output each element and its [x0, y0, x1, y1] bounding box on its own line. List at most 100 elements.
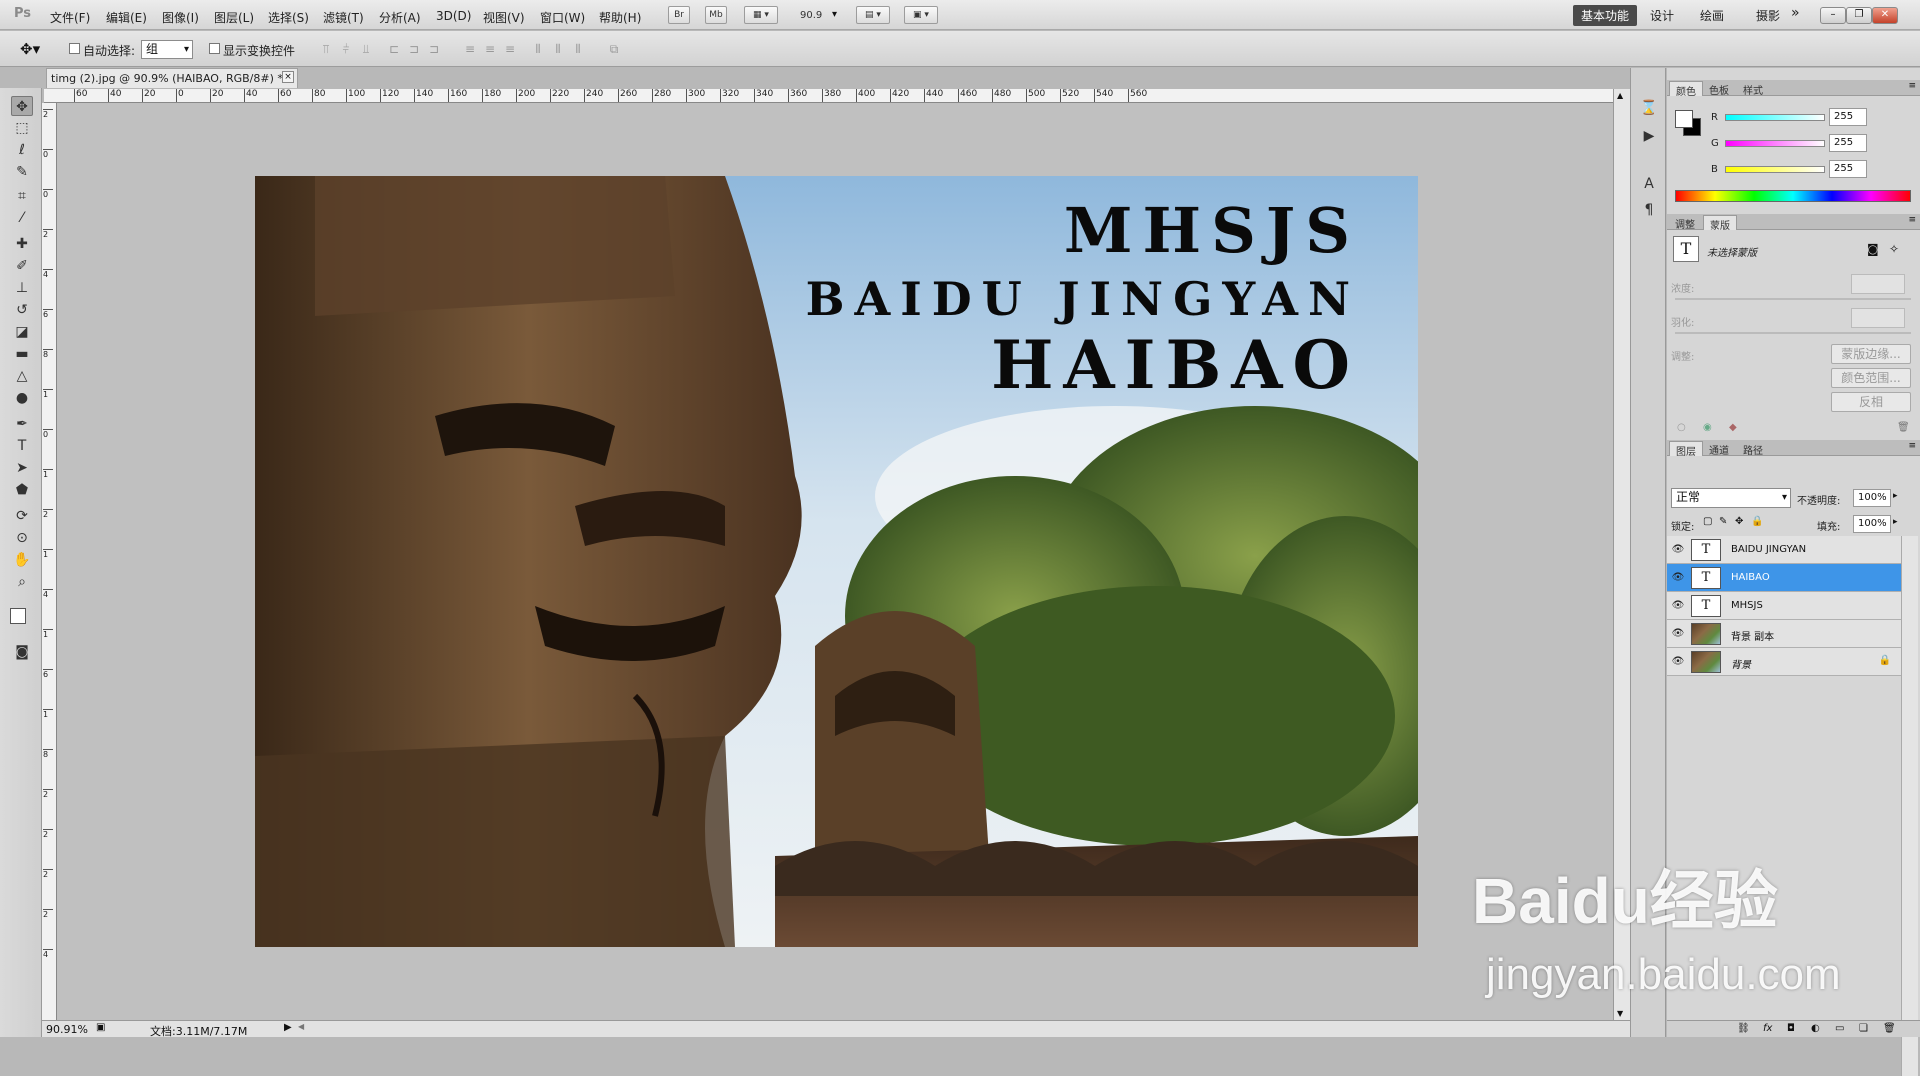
fill-arrow-icon[interactable]: ▸ — [1893, 517, 1898, 527]
mask-panel-menu-icon[interactable]: ≡ — [1908, 215, 1916, 225]
move-tool-icon[interactable]: ✥ — [11, 96, 33, 116]
visibility-eye-icon[interactable]: 👁 — [1671, 656, 1685, 668]
adjustment-icon[interactable]: ◐ — [1811, 1023, 1820, 1034]
menu-help[interactable]: 帮助(H) — [599, 9, 641, 26]
menu-filter[interactable]: 滤镜(T) — [323, 9, 364, 26]
tab-channels[interactable]: 通道 — [1703, 441, 1735, 457]
minimize-button[interactable]: – — [1820, 7, 1846, 24]
stamp-tool-icon[interactable]: ⊥ — [11, 278, 33, 298]
pixel-mask-icon[interactable]: ◙ — [1867, 242, 1879, 256]
path-select-tool-icon[interactable]: ➤ — [11, 458, 33, 478]
tab-masks[interactable]: 蒙版 — [1703, 215, 1737, 232]
g-slider[interactable] — [1725, 140, 1825, 147]
layer-row-haibao[interactable]: 👁 T HAIBAO — [1667, 564, 1901, 592]
paragraph-panel-icon[interactable]: ¶ — [1639, 200, 1659, 220]
screen-mode-button[interactable]: ▣ ▾ — [904, 6, 938, 24]
align-right-icon[interactable]: ⊐ — [426, 42, 442, 56]
visibility-eye-icon[interactable]: 👁 — [1671, 628, 1685, 640]
healing-tool-icon[interactable]: ✚ — [11, 234, 33, 254]
workspace-painting[interactable]: 绘画 — [1700, 7, 1724, 24]
menu-analysis[interactable]: 分析(A) — [379, 9, 421, 26]
history-brush-tool-icon[interactable]: ↺ — [11, 300, 33, 320]
distribute-right-icon[interactable]: ⦀ — [570, 42, 586, 56]
document-image[interactable]: MHSJS BAIDU JINGYAN HAIBAO — [255, 176, 1418, 947]
quick-select-tool-icon[interactable]: ✎ — [11, 162, 33, 182]
mask-icon[interactable]: ◘ — [1787, 1023, 1795, 1034]
align-vcenter-icon[interactable]: ⫩ — [338, 42, 354, 56]
3d-rotate-tool-icon[interactable]: ⟳ — [11, 506, 33, 526]
move-tool-preset-icon[interactable]: ✥▾ — [20, 40, 40, 58]
tab-adjustments[interactable]: 调整 — [1669, 215, 1701, 231]
layer-row-background-copy[interactable]: 👁 背景 副本 — [1667, 620, 1901, 648]
lock-transparency-icon[interactable]: ▢ — [1703, 516, 1712, 527]
r-slider[interactable] — [1725, 114, 1825, 121]
align-top-icon[interactable]: ⫪ — [318, 42, 334, 56]
scroll-up-icon[interactable]: ▲ — [1617, 91, 1623, 100]
opacity-input[interactable]: 100% — [1853, 489, 1891, 507]
hand-tool-icon[interactable]: ✋ — [11, 550, 33, 570]
type-tool-icon[interactable]: T — [11, 436, 33, 456]
new-layer-icon[interactable]: ❏ — [1859, 1023, 1868, 1034]
tab-swatches[interactable]: 色板 — [1703, 81, 1735, 97]
status-menu-arrow-icon[interactable]: ▶ — [284, 1022, 292, 1033]
align-hcenter-icon[interactable]: ⊐ — [406, 42, 422, 56]
opacity-arrow-icon[interactable]: ▸ — [1893, 491, 1898, 501]
auto-select-dropdown[interactable]: 组 — [141, 40, 193, 59]
layers-panel-menu-icon[interactable]: ≡ — [1908, 441, 1916, 451]
tab-color[interactable]: 颜色 — [1669, 81, 1703, 98]
dodge-tool-icon[interactable]: ● — [11, 388, 33, 408]
layer-row-mhsjs[interactable]: 👁 T MHSJS — [1667, 592, 1901, 620]
close-window-button[interactable]: ✕ — [1872, 7, 1898, 24]
auto-select-checkbox[interactable] — [69, 43, 80, 54]
workspace-essentials[interactable]: 基本功能 — [1573, 5, 1638, 26]
color-spectrum-ramp[interactable] — [1675, 190, 1911, 202]
show-transform-checkbox[interactable] — [209, 43, 220, 54]
menu-edit[interactable]: 编辑(E) — [106, 9, 147, 26]
scroll-down-icon[interactable]: ▼ — [1617, 1009, 1623, 1018]
marquee-tool-icon[interactable]: ⬚ — [11, 118, 33, 138]
restore-button[interactable]: ❐ — [1846, 7, 1872, 24]
auto-align-icon[interactable]: ⧉ — [606, 42, 622, 56]
mask-edge-button[interactable]: 蒙版边缘... — [1831, 344, 1911, 364]
vector-mask-icon[interactable]: ✧ — [1889, 242, 1899, 256]
distribute-left-icon[interactable]: ⦀ — [530, 42, 546, 56]
scroll-left-icon[interactable]: ◀ — [298, 1022, 304, 1031]
zoom-level-field[interactable]: 90.91% — [46, 1023, 90, 1036]
layer-row-baidu-jingyan[interactable]: 👁 T BAIDU JINGYAN — [1667, 536, 1901, 564]
character-panel-icon[interactable]: A — [1639, 174, 1659, 194]
actions-panel-icon[interactable]: ▶ — [1639, 126, 1659, 146]
color-foreground-swatch[interactable] — [1675, 110, 1693, 128]
visibility-eye-icon[interactable]: 👁 — [1671, 544, 1685, 556]
brush-tool-icon[interactable]: ✐ — [11, 256, 33, 276]
document-tab[interactable]: timg (2).jpg @ 90.9% (HAIBAO, RGB/8#) * — [46, 68, 298, 88]
crop-tool-icon[interactable]: ⌗ — [11, 186, 33, 206]
menu-select[interactable]: 选择(S) — [268, 9, 309, 26]
zoom-dropdown-icon[interactable]: ▾ — [832, 9, 837, 20]
b-slider[interactable] — [1725, 166, 1825, 173]
align-left-icon[interactable]: ⊏ — [386, 42, 402, 56]
tab-paths[interactable]: 路径 — [1737, 441, 1769, 457]
pen-tool-icon[interactable]: ✒ — [11, 414, 33, 434]
eraser-tool-icon[interactable]: ◪ — [11, 322, 33, 342]
layers-scrollbar[interactable] — [1901, 536, 1918, 1076]
3d-orbit-tool-icon[interactable]: ⊙ — [11, 528, 33, 548]
view-extras-button[interactable]: ▦ ▾ — [744, 6, 778, 24]
workspace-photography[interactable]: 摄影 — [1756, 7, 1780, 24]
group-icon[interactable]: ▭ — [1835, 1023, 1844, 1034]
menu-layer[interactable]: 图层(L) — [214, 9, 254, 26]
distribute-hcenter-icon[interactable]: ⦀ — [550, 42, 566, 56]
menu-file[interactable]: 文件(F) — [50, 9, 90, 26]
apply-mask-icon[interactable]: ◆ — [1729, 422, 1737, 433]
delete-mask-icon[interactable]: 🗑 — [1897, 422, 1910, 433]
lock-pixels-icon[interactable]: ✎ — [1719, 516, 1727, 527]
bridge-button[interactable]: Br — [668, 6, 690, 24]
blend-mode-dropdown[interactable]: 正常 — [1671, 488, 1791, 508]
status-icon[interactable]: ▣ — [96, 1022, 105, 1033]
workspace-more-icon[interactable]: » — [1791, 5, 1800, 21]
fill-input[interactable]: 100% — [1853, 515, 1891, 533]
eyedropper-tool-icon[interactable]: ⁄ — [11, 208, 33, 228]
arrange-docs-button[interactable]: ▤ ▾ — [856, 6, 890, 24]
invert-button[interactable]: 反相 — [1831, 392, 1911, 412]
g-value-input[interactable]: 255 — [1829, 134, 1867, 152]
link-icon[interactable]: ⛓ — [1737, 1023, 1750, 1034]
